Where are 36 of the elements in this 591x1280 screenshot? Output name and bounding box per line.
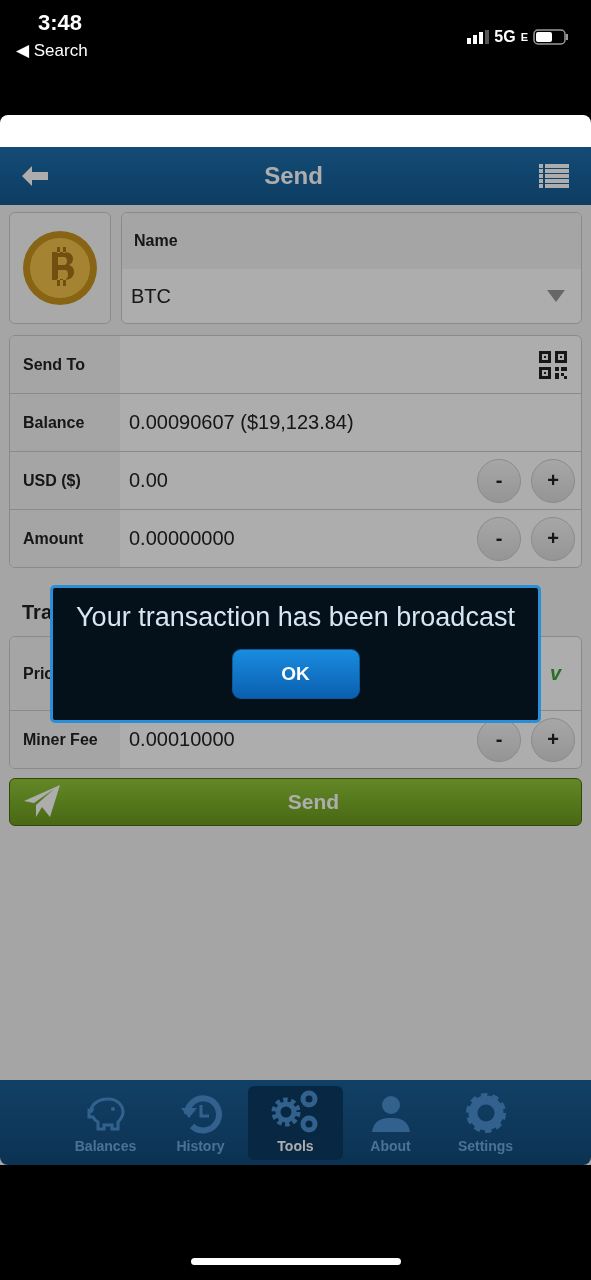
page-title: Send (264, 162, 323, 190)
back-link[interactable]: ◀ Search (16, 40, 88, 61)
paper-plane-icon (24, 785, 60, 819)
minus-button[interactable]: - (477, 516, 521, 561)
plus-button[interactable]: + (531, 717, 575, 762)
field-label: Balance (23, 413, 85, 432)
field-label: Send To (23, 355, 85, 374)
balance-value: 0.00090607 ($19,123.84) (129, 411, 354, 434)
plus-button[interactable]: + (531, 458, 575, 503)
field-label: USD ($) (23, 471, 81, 490)
plus-button[interactable]: + (531, 516, 575, 561)
gear-icon (464, 1092, 507, 1134)
list-icon[interactable] (539, 164, 569, 188)
person-icon (369, 1094, 412, 1134)
amount-value: 0.00000000 (129, 527, 235, 550)
clock-time: 3:48 (37, 10, 84, 36)
back-arrow-icon[interactable] (22, 166, 48, 186)
caret-icon (547, 290, 565, 302)
network-label: 5G (494, 28, 516, 46)
network-suffix: E (520, 31, 528, 43)
qr-code-icon[interactable] (539, 350, 567, 379)
field-label: Amount (23, 529, 84, 548)
tab[interactable]: Tools (248, 1086, 343, 1160)
field-label: Miner Fee (23, 730, 98, 749)
name-label: Name (134, 232, 178, 250)
signal-icon (467, 30, 490, 44)
ok-button[interactable]: OK (231, 649, 360, 699)
amount-value: 0.00 (129, 469, 168, 492)
minus-button[interactable]: - (477, 458, 521, 503)
amount-value: 0.00010000 (129, 728, 235, 751)
battery-icon (533, 29, 569, 45)
coin-select[interactable]: BTC (122, 269, 581, 323)
history-icon (178, 1094, 223, 1134)
priority-value: v (549, 662, 561, 685)
bitcoin-coin-icon (22, 230, 98, 306)
dialog-message: Your transaction has been broadcast (76, 602, 515, 633)
